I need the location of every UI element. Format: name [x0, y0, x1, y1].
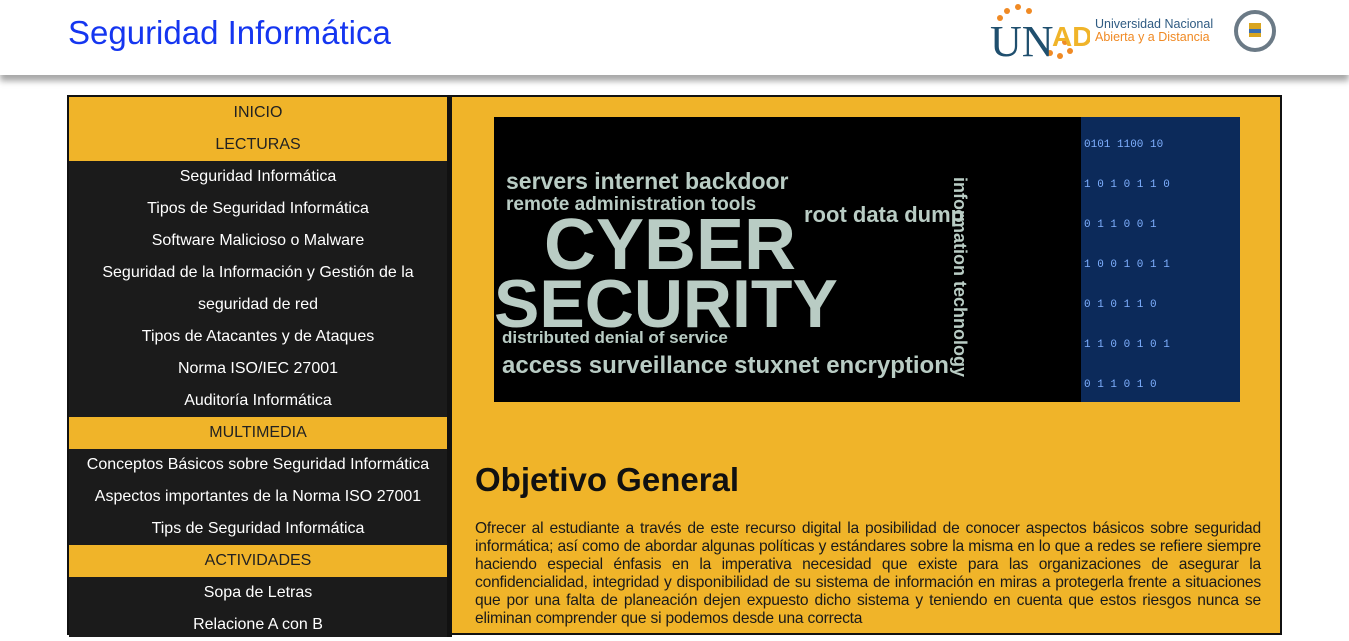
objective-paragraph: Ofrecer al estudiante a través de este r… [475, 520, 1261, 627]
sidebar-item[interactable]: seguridad de red [69, 289, 447, 321]
sidebar-item[interactable]: Auditoría Informática [69, 385, 447, 417]
svg-text:information technology: information technology [950, 177, 970, 377]
sidebar-item[interactable]: Tipos de Atacantes y de Ataques [69, 321, 447, 353]
svg-text:UN: UN [990, 17, 1054, 62]
sidebar-section-inicio[interactable]: INICIO [69, 97, 447, 129]
sidebar-item[interactable]: Tipos de Seguridad Informática [69, 193, 447, 225]
section-heading: Objetivo General [475, 461, 740, 498]
sidebar-section-actividades[interactable]: ACTIVIDADES [69, 545, 447, 577]
svg-text:0 1 1 0 0 1: 0 1 1 0 0 1 [1084, 219, 1157, 231]
svg-text:0 1 0 1 1 0: 0 1 0 1 1 0 [1084, 299, 1157, 311]
svg-text:access surveillance stuxnet en: access surveillance stuxnet encryption [502, 352, 949, 379]
sidebar-item[interactable]: Aspectos importantes de la Norma ISO 270… [69, 481, 447, 513]
svg-text:servers internet backdoor: servers internet backdoor [506, 168, 789, 194]
sidebar-item[interactable]: Software Malicioso o Malware [69, 225, 447, 257]
site-title[interactable]: Seguridad Informática [68, 14, 391, 52]
sidebar-item[interactable]: Tips de Seguridad Informática [69, 513, 447, 545]
header: Seguridad Informática UN AD Universidad … [0, 0, 1349, 75]
main-content: 0101 1100 10 1 0 1 0 1 1 0 0 1 1 0 0 1 1 0 … [457, 97, 1280, 633]
svg-text:0101 1100 10: 0101 1100 10 [1084, 139, 1163, 151]
sidebar-item[interactable]: Seguridad Informática [69, 161, 447, 193]
svg-text:0 1 1 0 1 0: 0 1 1 0 1 0 [1084, 379, 1157, 391]
unad-logo[interactable]: UN AD Universidad Nacional Abierta y a D… [990, 4, 1280, 66]
sidebar-section-multimedia[interactable]: MULTIMEDIA [69, 417, 447, 449]
sidebar-item[interactable]: Conceptos Básicos sobre Seguridad Inform… [69, 449, 447, 481]
sidebar-item[interactable]: Relacione A con B [69, 609, 447, 641]
svg-text:1 1 0 0 1 0 1: 1 1 0 0 1 0 1 [1084, 339, 1170, 351]
colombia-seal-icon [1234, 10, 1276, 52]
sidebar-nav: INICIO LECTURAS Seguridad Informática Tipos… [69, 97, 452, 637]
svg-text:AD: AD [1052, 21, 1090, 52]
sidebar-item[interactable]: Norma ISO/IEC 27001 [69, 353, 447, 385]
sidebar-item[interactable]: Seguridad de la Información y Gestión de… [69, 257, 447, 289]
unad-logo-icon: UN AD [990, 4, 1092, 66]
sidebar-item[interactable]: Sopa de Letras [69, 577, 447, 609]
svg-text:1 0 1 0 1 1 0: 1 0 1 0 1 1 0 [1084, 179, 1170, 191]
sidebar-section-lecturas[interactable]: LECTURAS [69, 129, 447, 161]
cyber-security-banner-image: 0101 1100 10 1 0 1 0 1 1 0 0 1 1 0 0 1 1 0 … [494, 117, 1240, 402]
svg-text:distributed denial of service: distributed denial of service [502, 328, 728, 347]
svg-text:1 0 0 1 0 1 1: 1 0 0 1 0 1 1 [1084, 259, 1170, 271]
content-container: INICIO LECTURAS Seguridad Informática Tipos… [67, 95, 1282, 637]
svg-text:root data dump: root data dump [804, 202, 964, 227]
